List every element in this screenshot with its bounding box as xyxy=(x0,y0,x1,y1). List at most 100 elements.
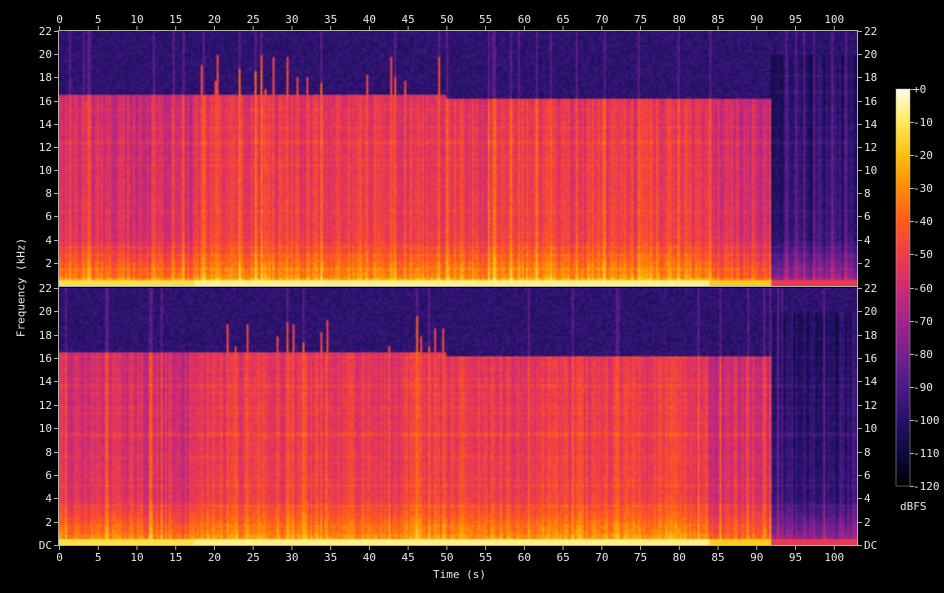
y-tick-label-left: 16 xyxy=(38,351,52,365)
x-tick-label-top: 50 xyxy=(440,13,454,26)
y-tick-label-right: 4 xyxy=(864,233,871,247)
y-tick-label-right: 20 xyxy=(864,304,878,318)
x-tick-label-bottom: 60 xyxy=(517,551,531,564)
y-tick-label-left: 4 xyxy=(45,491,52,505)
spectrogram-chart xyxy=(0,0,944,593)
y-tick-label-right: 6 xyxy=(864,468,871,482)
y-tick-label-right: 16 xyxy=(864,351,878,365)
x-tick-label-top: 45 xyxy=(401,13,415,26)
y-axis-label: Frequency (kHz) xyxy=(14,237,28,338)
x-tick-label-top: 35 xyxy=(324,13,338,26)
x-tick-label-top: 10 xyxy=(130,13,144,26)
x-tick-label-bottom: 80 xyxy=(672,551,686,564)
y-tick-label-left: 8 xyxy=(45,186,52,200)
y-tick-label-right: DC xyxy=(864,538,878,552)
y-tick-label-right: 14 xyxy=(864,374,878,388)
colorbar-tick-label: -40 xyxy=(913,214,933,228)
x-tick-label-top: 70 xyxy=(595,13,609,26)
y-tick-label-left: 6 xyxy=(45,209,52,223)
colorbar-tick-label: -20 xyxy=(913,148,933,162)
x-tick-label-bottom: 85 xyxy=(711,551,725,564)
colorbar-tick-label: -110 xyxy=(913,446,940,460)
x-axis-label: Time (s) xyxy=(433,568,486,581)
y-tick-label-right: 8 xyxy=(864,445,871,459)
y-tick-label-left: 6 xyxy=(45,468,52,482)
colorbar-tick-label: -80 xyxy=(913,347,933,361)
y-tick-label-left: 18 xyxy=(38,70,52,84)
x-tick-label-bottom: 100 xyxy=(824,551,845,564)
x-tick-label-bottom: 20 xyxy=(207,551,222,564)
colorbar-tick-label: -70 xyxy=(913,314,933,328)
x-tick-label-top: 40 xyxy=(362,13,377,26)
x-tick-label-top: 0 xyxy=(56,13,63,26)
channel-2-panel xyxy=(59,288,857,545)
x-tick-label-bottom: 90 xyxy=(750,551,764,564)
y-tick-label-left: 14 xyxy=(38,374,52,388)
x-tick-label-top: 90 xyxy=(750,13,764,26)
y-tick-label-right: 12 xyxy=(864,140,878,154)
x-tick-label-bottom: 70 xyxy=(595,551,609,564)
y-tick-label-left: 10 xyxy=(38,163,52,177)
y-tick-label-left: 14 xyxy=(38,117,52,131)
x-tick-label-bottom: 40 xyxy=(362,551,377,564)
x-tick-label-top: 95 xyxy=(788,13,803,26)
x-tick-label-bottom: 0 xyxy=(56,551,63,564)
y-tick-label-right: 14 xyxy=(864,117,878,131)
x-tick-label-top: 5 xyxy=(94,13,102,26)
x-tick-label-bottom: 65 xyxy=(556,551,570,564)
colorbar-tick-label: -30 xyxy=(913,181,933,195)
x-tick-label-top: 55 xyxy=(478,13,493,26)
y-tick-label-right: 20 xyxy=(864,47,878,61)
y-tick-label-right: 10 xyxy=(864,163,878,177)
y-tick-label-left: 12 xyxy=(38,398,52,412)
colorbar-tick-label: -10 xyxy=(913,115,933,129)
y-tick-label-left: 10 xyxy=(38,421,52,435)
y-tick-label-right: 18 xyxy=(864,328,878,342)
colorbar-tick-label: -60 xyxy=(913,281,933,295)
x-tick-label-bottom: 35 xyxy=(324,551,338,564)
y-tick-label-left: 20 xyxy=(38,47,52,61)
x-tick-label-bottom: 15 xyxy=(169,551,183,564)
channel-2-spectrogram xyxy=(59,288,857,545)
channel-1-spectrogram xyxy=(59,31,857,286)
x-tick-label-bottom: 45 xyxy=(401,551,415,564)
x-tick-label-top: 65 xyxy=(556,13,570,26)
x-tick-label-bottom: 50 xyxy=(440,551,454,564)
y-tick-label-right: 2 xyxy=(864,256,871,270)
x-tick-label-top: 30 xyxy=(285,13,299,26)
channel-1-panel xyxy=(59,31,857,286)
colorbar-tick-label: -90 xyxy=(913,380,933,394)
x-tick-label-bottom: 95 xyxy=(788,551,803,564)
y-tick-label-right: 22 xyxy=(864,281,878,295)
x-tick-label-top: 100 xyxy=(824,13,845,26)
colorbar-tick-label: -100 xyxy=(913,413,940,427)
y-tick-label-right: 2 xyxy=(864,515,871,529)
x-tick-label-top: 85 xyxy=(711,13,725,26)
x-tick-label-bottom: 30 xyxy=(285,551,299,564)
y-tick-label-left: DC xyxy=(38,538,52,552)
y-tick-label-right: 4 xyxy=(864,491,871,505)
x-tick-label-bottom: 25 xyxy=(246,551,260,564)
colorbar-tick-label: -120 xyxy=(913,479,940,493)
colorbar xyxy=(895,88,911,487)
y-tick-label-right: 8 xyxy=(864,186,871,200)
x-tick-label-bottom: 75 xyxy=(633,551,648,564)
y-tick-label-left: 12 xyxy=(38,140,52,154)
y-tick-label-right: 18 xyxy=(864,70,878,84)
colorbar-label: dBFS xyxy=(900,500,927,513)
y-tick-label-right: 6 xyxy=(864,209,871,223)
y-tick-label-right: 22 xyxy=(864,24,878,38)
x-tick-label-bottom: 5 xyxy=(94,551,102,564)
x-tick-label-top: 20 xyxy=(207,13,222,26)
y-tick-label-right: 16 xyxy=(864,94,878,108)
y-tick-label-right: 12 xyxy=(864,398,878,412)
y-tick-label-left: 22 xyxy=(38,24,52,38)
x-tick-label-top: 75 xyxy=(633,13,648,26)
colorbar-tick-label: -50 xyxy=(913,247,933,261)
x-tick-label-top: 25 xyxy=(246,13,260,26)
x-tick-label-bottom: 55 xyxy=(478,551,493,564)
y-tick-label-right: 10 xyxy=(864,421,878,435)
x-tick-label-top: 80 xyxy=(672,13,686,26)
y-tick-label-left: 2 xyxy=(45,515,52,529)
x-tick-label-bottom: 10 xyxy=(130,551,144,564)
